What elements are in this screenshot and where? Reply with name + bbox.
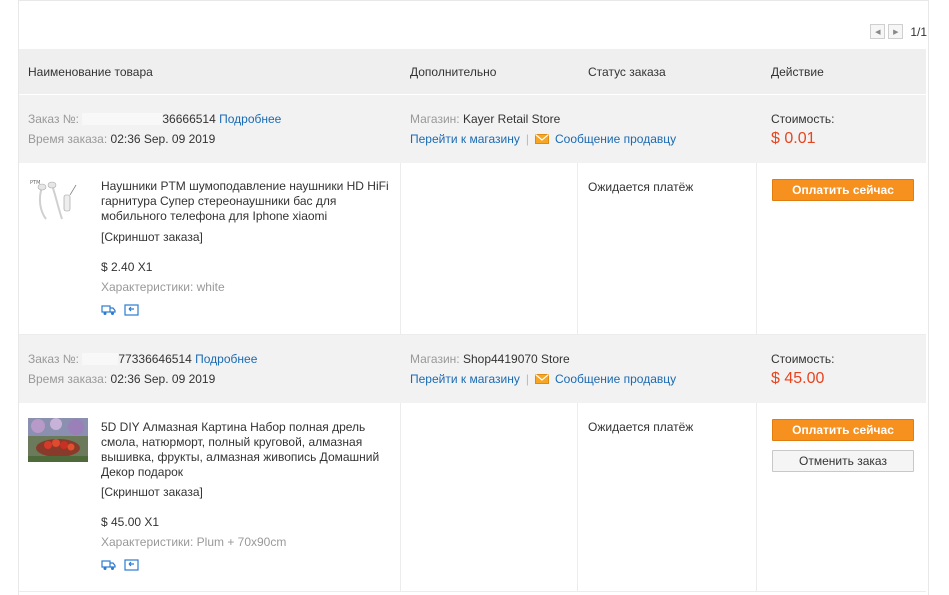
col-product: Наименование товара bbox=[28, 65, 153, 79]
order-details-link[interactable]: Подробнее bbox=[195, 352, 257, 366]
product-thumbnail[interactable]: PTM bbox=[28, 177, 88, 221]
col-status: Статус заказа bbox=[588, 65, 666, 79]
order-screenshot-link[interactable]: [Скриншот заказа] bbox=[101, 485, 203, 499]
order-time: 02:36 Sep. 09 2019 bbox=[110, 132, 216, 146]
pay-now-button[interactable]: Оплатить сейчас bbox=[772, 419, 914, 441]
item-icons bbox=[101, 304, 139, 316]
order-screenshot-link[interactable]: [Скриншот заказа] bbox=[101, 230, 203, 244]
product-props: Характеристики: Plum + 70x90cm bbox=[101, 535, 287, 549]
message-seller-link[interactable]: Сообщение продавцу bbox=[555, 372, 676, 386]
order-number-mask bbox=[82, 113, 163, 125]
go-to-store-link[interactable]: Перейти к магазину bbox=[410, 132, 520, 146]
table-header: Наименование товара Дополнительно Статус… bbox=[19, 49, 926, 94]
product-price-qty: $ 2.40 X1 bbox=[101, 260, 153, 274]
product-props: Характеристики: white bbox=[101, 280, 225, 294]
order-item: PTM Наушники PTM шумоподавление наушники… bbox=[19, 163, 926, 335]
return-icon[interactable] bbox=[124, 559, 139, 571]
cost-label: Стоимость: bbox=[771, 352, 835, 366]
pager: ◀ ▶ 1/1 bbox=[870, 24, 927, 39]
order-item: 5D DIY Алмазная Картина Набор полная дре… bbox=[19, 403, 926, 592]
page-indicator: 1/1 bbox=[910, 24, 927, 39]
delivery-truck-icon[interactable] bbox=[101, 304, 116, 316]
return-icon[interactable] bbox=[124, 304, 139, 316]
mail-icon bbox=[535, 134, 549, 144]
order-number: 36666514 bbox=[162, 112, 216, 126]
cost-label: Стоимость: bbox=[771, 112, 835, 126]
cost-value: $ 45.00 bbox=[771, 370, 825, 387]
order-time: 02:36 Sep. 09 2019 bbox=[110, 372, 216, 386]
store-name: Kayer Retail Store bbox=[462, 112, 561, 126]
order-number: 77336646514 bbox=[118, 352, 192, 366]
order-status: Ожидается платёж bbox=[588, 180, 694, 194]
product-thumbnail[interactable] bbox=[28, 418, 88, 462]
delivery-truck-icon[interactable] bbox=[101, 559, 116, 571]
product-title[interactable]: 5D DIY Алмазная Картина Набор полная дре… bbox=[101, 420, 401, 480]
separator: | bbox=[525, 132, 529, 146]
next-page-button[interactable]: ▶ bbox=[888, 24, 904, 39]
prev-page-button[interactable]: ◀ bbox=[870, 24, 886, 39]
message-seller-link[interactable]: Сообщение продавцу bbox=[555, 132, 676, 146]
cost-value: $ 0.01 bbox=[771, 130, 816, 147]
store-name: Shop4419070 Store bbox=[462, 352, 570, 366]
order-header: Заказ №: 36666514 Подробнее Время заказа… bbox=[19, 95, 926, 163]
order-number-label: Заказ №: bbox=[28, 352, 80, 366]
item-icons bbox=[101, 559, 139, 571]
order-time-label: Время заказа: bbox=[28, 132, 108, 146]
order-details-link[interactable]: Подробнее bbox=[219, 112, 281, 126]
order-time-label: Время заказа: bbox=[28, 372, 108, 386]
order-header: Заказ №: 77336646514 Подробнее Время зак… bbox=[19, 335, 926, 403]
col-action: Действие bbox=[771, 65, 824, 79]
product-title[interactable]: Наушники PTM шумоподавление наушники HD … bbox=[101, 179, 401, 224]
separator: | bbox=[525, 372, 529, 386]
order-number-label: Заказ №: bbox=[28, 112, 80, 126]
go-to-store-link[interactable]: Перейти к магазину bbox=[410, 372, 520, 386]
product-price-qty: $ 45.00 X1 bbox=[101, 515, 160, 529]
order-status: Ожидается платёж bbox=[588, 420, 694, 434]
mail-icon bbox=[535, 374, 549, 384]
col-extra: Дополнительно bbox=[410, 65, 497, 79]
cancel-order-button[interactable]: Отменить заказ bbox=[772, 450, 914, 472]
pay-now-button[interactable]: Оплатить сейчас bbox=[772, 179, 914, 201]
store-label: Магазин: bbox=[410, 352, 460, 366]
order-number-mask bbox=[82, 353, 119, 365]
store-label: Магазин: bbox=[410, 112, 460, 126]
